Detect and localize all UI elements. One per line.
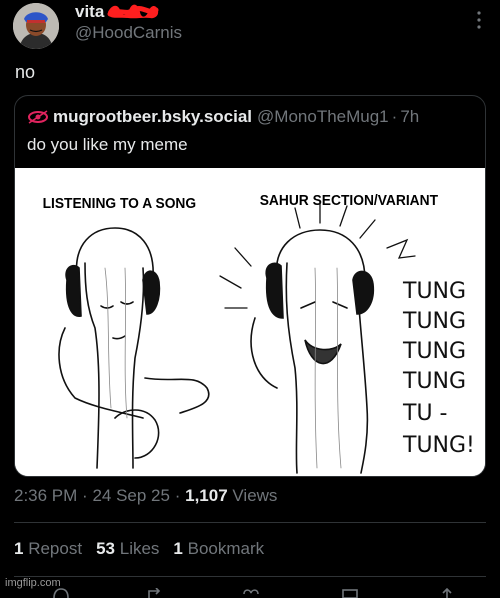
views-icon[interactable]: [341, 588, 359, 598]
chant-line: TUNG: [402, 279, 466, 304]
meta-separator: ·: [174, 486, 181, 505]
quoted-post[interactable]: mugrootbeer.bsky.social @MonoTheMug1 · 7…: [14, 95, 486, 477]
chant-line: TUNG: [402, 309, 466, 334]
post-meta: 2:36 PM · 24 Sep 25 · 1,107 Views: [14, 486, 277, 506]
engagement-stats: 1 Repost 53 Likes 1 Bookmark: [14, 539, 264, 559]
views-count: 1,107: [185, 486, 228, 505]
chant-line: TUNG: [402, 369, 466, 394]
reposts-label: Repost: [28, 539, 83, 558]
divider: [14, 522, 486, 523]
post-date[interactable]: 24 Sep 25: [92, 486, 170, 505]
tweet-text: no: [15, 62, 36, 82]
bookmarks-stat[interactable]: 1 Bookmark: [173, 539, 264, 559]
quote-text: do you like my meme: [27, 135, 188, 154]
redaction-scribble: [107, 4, 159, 19]
author-display-name[interactable]: vita: [75, 2, 104, 22]
quote-author-handle[interactable]: @MonoTheMug1: [257, 107, 389, 127]
reposts-count: 1: [14, 539, 24, 558]
reply-icon[interactable]: [52, 588, 70, 598]
meme-image[interactable]: LISTENING TO A SONG SAHUR SECTION/VARIAN…: [15, 168, 485, 476]
avatar-image: [13, 3, 59, 49]
more-icon[interactable]: [470, 8, 488, 32]
bookmarks-label: Bookmark: [187, 539, 265, 558]
likes-stat[interactable]: 53 Likes: [96, 539, 159, 559]
bookmarks-count: 1: [173, 539, 183, 558]
repost-icon[interactable]: [146, 588, 164, 598]
chant-line: TU -: [402, 401, 447, 426]
like-icon[interactable]: [242, 588, 260, 598]
meme-drawing: LISTENING TO A SONG SAHUR SECTION/VARIAN…: [15, 168, 485, 476]
quote-author-name[interactable]: mugrootbeer.bsky.social: [53, 107, 252, 127]
divider: [14, 576, 486, 577]
likes-count: 53: [96, 539, 115, 558]
quote-timestamp[interactable]: 7h: [400, 107, 419, 127]
bluesky-eye-icon: [28, 110, 48, 124]
avatar[interactable]: [13, 3, 59, 49]
meme-left-caption: LISTENING TO A SONG: [43, 196, 197, 213]
post-time[interactable]: 2:36 PM: [14, 486, 77, 505]
author-handle[interactable]: @HoodCarnis: [75, 23, 182, 43]
share-icon[interactable]: [438, 588, 456, 598]
meta-separator: ·: [82, 486, 88, 505]
reposts-stat[interactable]: 1 Repost: [14, 539, 82, 559]
views-label: Views: [232, 486, 278, 505]
chant-line: TUNG: [402, 339, 466, 364]
quote-separator: ·: [391, 107, 398, 126]
meme-right-caption: SAHUR SECTION/VARIANT: [260, 193, 438, 210]
likes-label: Likes: [119, 539, 160, 558]
chant-line: TUNG!: [402, 433, 475, 458]
